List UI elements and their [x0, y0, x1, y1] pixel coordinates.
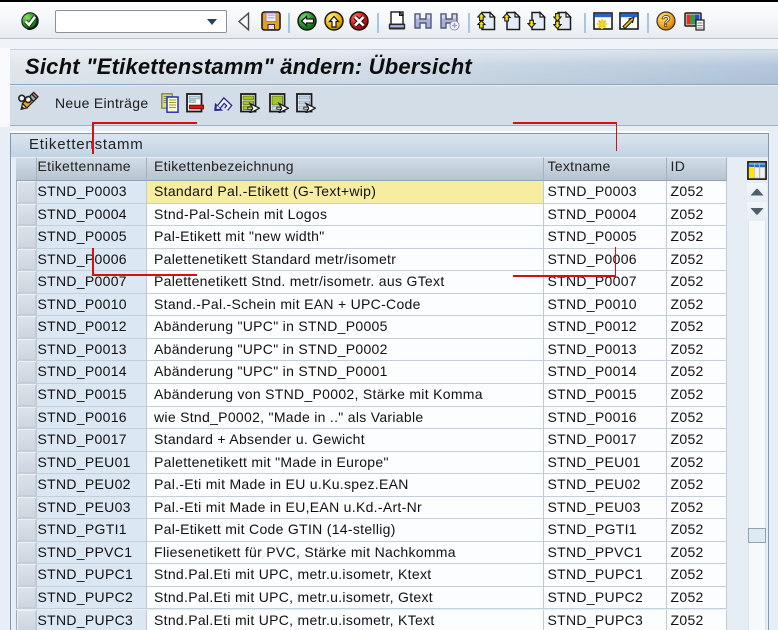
svg-text:?: ?: [661, 14, 670, 31]
